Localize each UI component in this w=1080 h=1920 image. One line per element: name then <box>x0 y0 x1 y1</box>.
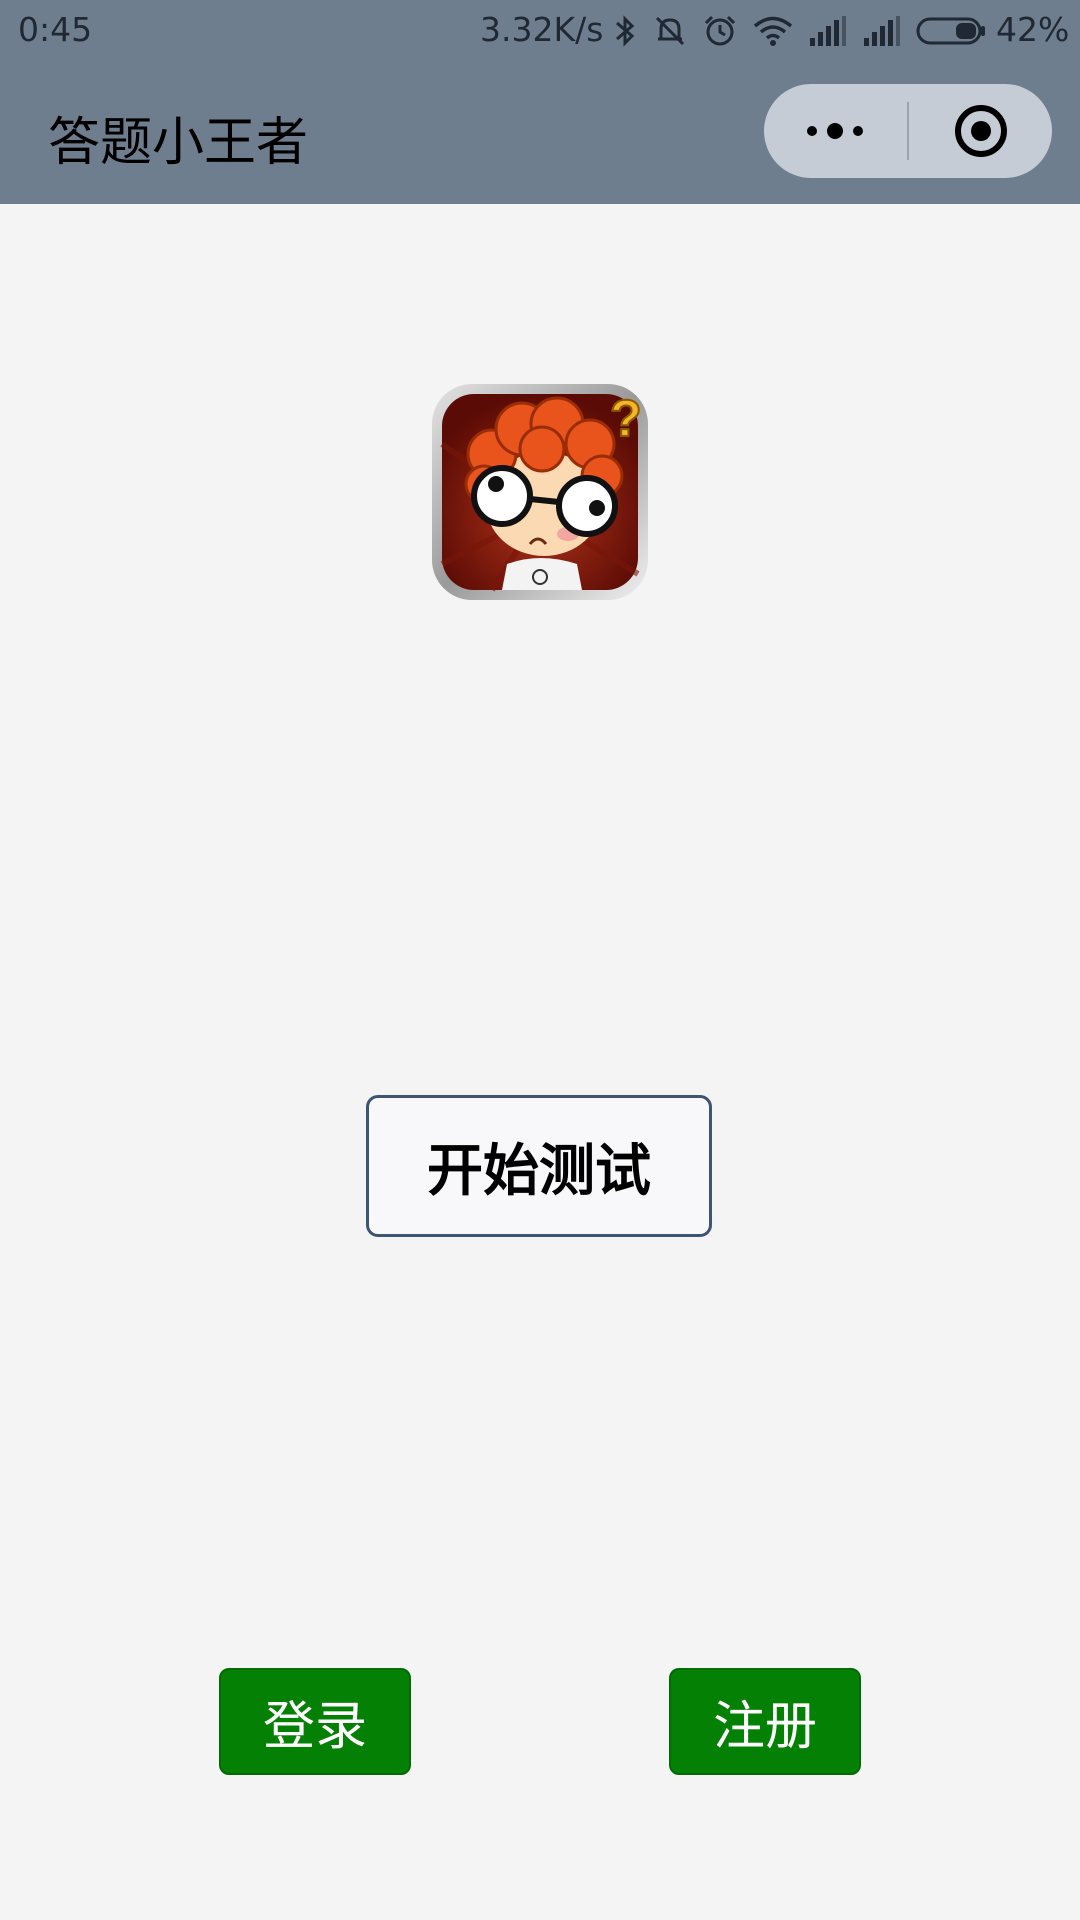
target-icon <box>955 105 1007 157</box>
bluetooth-icon <box>616 15 635 47</box>
battery-icon <box>916 17 985 45</box>
wifi-icon <box>753 16 793 46</box>
menu-capsule <box>764 84 1052 178</box>
battery-percent: 42% <box>996 10 1070 49</box>
start-test-button[interactable]: 开始测试 <box>366 1095 712 1237</box>
network-speed: 3.32K/s <box>480 10 604 49</box>
status-bar: 0:45 3.32K/s 42% <box>0 0 1080 62</box>
mute-icon <box>655 16 685 46</box>
quiz-avatar-logo: ? <box>432 384 648 600</box>
app-logo: ? <box>432 384 648 600</box>
status-time: 0:45 <box>18 10 93 49</box>
more-dots-icon <box>807 123 863 139</box>
nav-header: 0:45 3.32K/s 42% 答题小王者 <box>0 0 1080 204</box>
close-miniprogram-button[interactable] <box>909 84 1052 178</box>
more-button[interactable] <box>764 84 907 178</box>
login-button[interactable]: 登录 <box>219 1668 411 1775</box>
signal-icon <box>810 16 846 46</box>
alarm-icon <box>704 15 736 46</box>
svg-text:?: ? <box>610 390 642 448</box>
register-button[interactable]: 注册 <box>669 1668 861 1775</box>
page-title: 答题小王者 <box>48 113 309 173</box>
signal-icon <box>864 16 900 46</box>
